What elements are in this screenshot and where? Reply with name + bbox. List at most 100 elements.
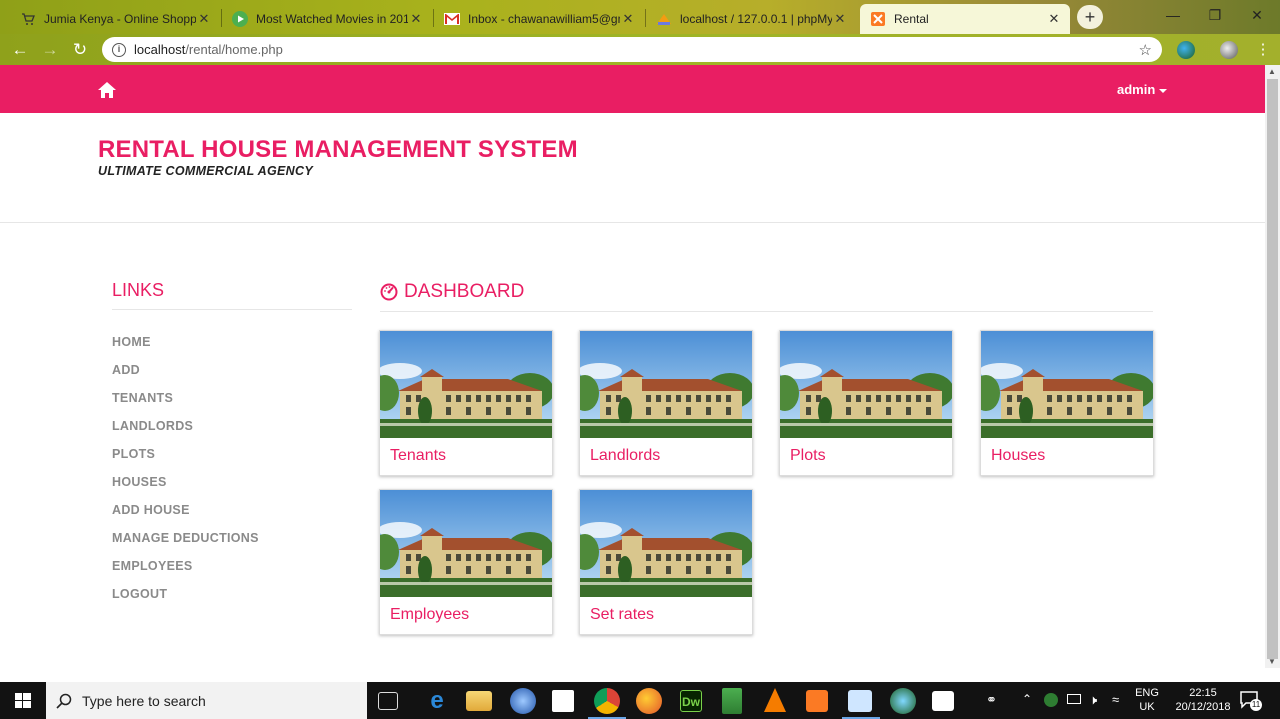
minimize-icon[interactable]: — (1150, 0, 1196, 30)
taskbar-search[interactable]: Type here to search (46, 682, 367, 719)
dashboard-card-plots[interactable]: Plots (779, 330, 953, 476)
tab-jumia[interactable]: Jumia Kenya - Online Shopping ✕ (10, 4, 220, 34)
file-explorer-icon[interactable] (466, 691, 492, 711)
task-view-icon[interactable] (378, 692, 398, 710)
site-title: RENTAL HOUSE MANAGEMENT SYSTEM (98, 136, 578, 163)
language-code: ENG (1135, 687, 1159, 699)
dashboard-card-houses[interactable]: Houses (980, 330, 1154, 476)
close-icon[interactable]: ✕ (196, 11, 212, 27)
battery-icon[interactable] (1067, 694, 1081, 704)
keyboard-layout: UK (1139, 701, 1155, 713)
info-icon[interactable]: i (112, 42, 126, 57)
chrome-icon[interactable] (594, 688, 620, 714)
photos-icon[interactable] (932, 691, 954, 711)
dashboard-card-set-rates[interactable]: Set rates (579, 489, 753, 635)
xampp-icon (870, 11, 886, 27)
forward-arrow-icon[interactable]: → (39, 40, 61, 60)
scrollbar-thumb[interactable] (1267, 79, 1278, 659)
card-label: Set rates (590, 606, 655, 623)
cart-icon (20, 11, 36, 27)
site-subtitle: ULTIMATE COMMERCIAL AGENCY (98, 164, 313, 178)
chevron-up-icon[interactable]: ⌃ (1022, 692, 1032, 706)
tab-rental[interactable]: Rental ✕ (860, 4, 1070, 34)
card-label: Tenants (390, 447, 447, 464)
tab-movies[interactable]: Most Watched Movies in 2018 ✕ (222, 4, 432, 34)
sidebar-link-tenants[interactable]: TENANTS (112, 391, 173, 405)
tab-gmail[interactable]: Inbox - chawanawilliam5@gm ✕ (434, 4, 644, 34)
divider (380, 311, 1153, 312)
wifi-icon[interactable]: ≈ (1112, 692, 1119, 707)
dashboard-card-tenants[interactable]: Tenants (379, 330, 553, 476)
tab-phpmyadmin[interactable]: localhost / 127.0.0.1 | phpMyA ✕ (646, 4, 856, 34)
search-placeholder: Type here to search (82, 692, 206, 709)
card-label: Plots (790, 447, 826, 464)
store-icon[interactable] (552, 690, 574, 712)
page-scrollbar[interactable]: ▲ ▼ (1265, 65, 1280, 668)
sidebar-link-landlords[interactable]: LANDLORDS (112, 419, 193, 433)
vlc-icon[interactable] (764, 688, 786, 712)
reload-icon[interactable]: ↻ (69, 40, 91, 60)
sidebar-link-employees[interactable]: EMPLOYEES (112, 559, 193, 573)
card-label: Landlords (590, 447, 661, 464)
card-label: Employees (390, 606, 470, 623)
notifications-button[interactable]: 11 (1240, 691, 1262, 711)
admin-label: admin (1117, 82, 1156, 97)
app-icon[interactable] (890, 688, 916, 714)
kebab-menu-icon[interactable]: ⋮ (1252, 40, 1274, 60)
sidebar-link-houses[interactable]: HOUSES (112, 475, 167, 489)
people-icon[interactable]: ⚭ (986, 692, 997, 708)
sidebar-link-logout[interactable]: LOGOUT (112, 587, 167, 601)
admin-dropdown[interactable]: admin (1117, 82, 1168, 97)
window-close-icon[interactable]: ✕ (1234, 0, 1280, 30)
sidebar-link-home[interactable]: HOME (112, 335, 151, 349)
dashboard-card-employees[interactable]: Employees (379, 489, 553, 635)
language-indicator[interactable]: ENG UK (1134, 686, 1160, 714)
app-icon[interactable] (722, 688, 742, 714)
close-icon[interactable]: ✕ (408, 11, 424, 27)
building-image (780, 331, 952, 438)
new-tab-button[interactable]: + (1077, 5, 1103, 29)
close-icon[interactable]: ✕ (1046, 11, 1062, 27)
url-host: localhost (134, 42, 186, 57)
close-icon[interactable]: ✕ (620, 11, 636, 27)
dashboard-title: DASHBOARD (404, 281, 525, 302)
scroll-up-icon[interactable]: ▲ (1268, 67, 1276, 76)
edge-icon[interactable]: e (424, 688, 450, 714)
volume-icon[interactable]: 🕨 (1089, 692, 1097, 708)
close-icon[interactable]: ✕ (832, 11, 848, 27)
sidebar-link-add-house[interactable]: ADD HOUSE (112, 503, 190, 517)
address-bar[interactable]: i localhost/rental/home.php ☆ (102, 37, 1162, 62)
sidebar-link-manage-deductions[interactable]: MANAGE DEDUCTIONS (112, 531, 259, 545)
app-icon[interactable] (848, 690, 872, 712)
search-icon (56, 693, 72, 709)
tab-title: Rental (894, 12, 929, 26)
extension-globe-icon[interactable] (1177, 41, 1195, 59)
tray-app-icon[interactable] (1044, 693, 1058, 707)
sidebar-link-add[interactable]: ADD (112, 363, 140, 377)
profile-avatar-icon[interactable] (1220, 41, 1238, 59)
clock[interactable]: 22:15 20/12/2018 (1168, 686, 1238, 714)
restore-icon[interactable]: ❐ (1192, 0, 1238, 30)
card-label: Houses (991, 447, 1046, 464)
dreamweaver-icon[interactable]: Dw (680, 690, 702, 712)
building-image (580, 331, 752, 438)
firefox-icon[interactable] (636, 688, 662, 714)
bookmark-star-icon[interactable]: ☆ (1139, 41, 1152, 59)
back-arrow-icon[interactable]: ← (9, 40, 31, 60)
building-image (981, 331, 1153, 438)
scroll-down-icon[interactable]: ▼ (1268, 657, 1276, 666)
caret-down-icon (1159, 88, 1168, 93)
url-path: /rental/home.php (185, 42, 283, 57)
dashboard-card-landlords[interactable]: Landlords (579, 330, 753, 476)
sidebar-link-plots[interactable]: PLOTS (112, 447, 155, 461)
start-button[interactable] (0, 682, 46, 719)
clock-date: 20/12/2018 (1175, 701, 1231, 713)
browser-toolbar: ← → ↻ i localhost/rental/home.php ☆ ⋮ (0, 34, 1280, 65)
home-icon[interactable] (97, 81, 117, 99)
xampp-icon[interactable] (806, 690, 828, 712)
app-icon[interactable] (510, 688, 536, 714)
sidebar-title: LINKS (112, 280, 165, 300)
dashboard-gauge-icon (380, 283, 398, 301)
divider (112, 309, 352, 310)
tab-title: Jumia Kenya - Online Shopping (44, 12, 196, 26)
